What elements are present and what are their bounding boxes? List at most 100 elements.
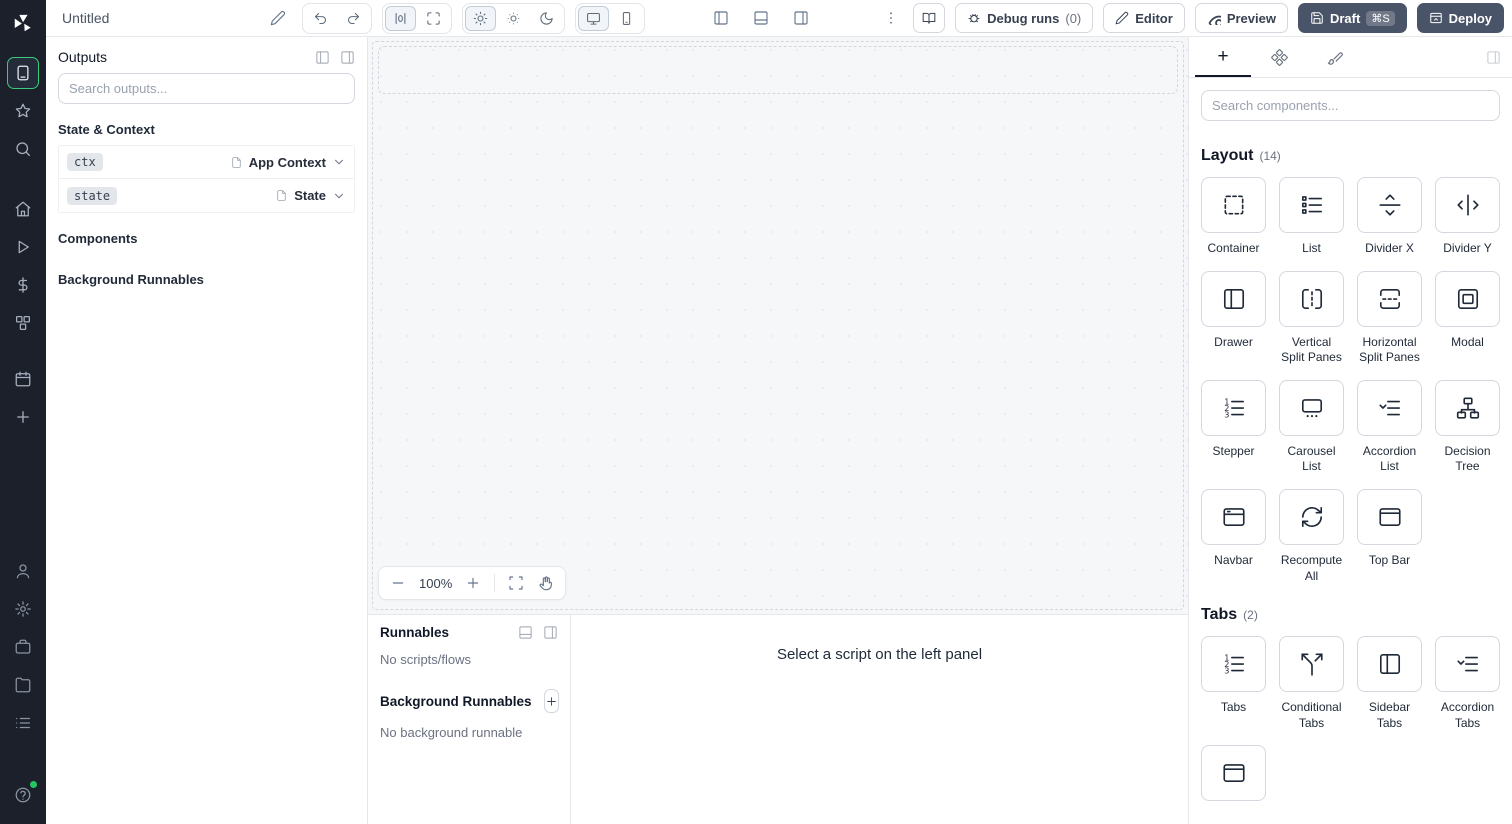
app-canvas[interactable]: 100% (368, 37, 1188, 614)
rail-runs-button[interactable] (7, 231, 39, 263)
rail-home-button[interactable] (7, 193, 39, 225)
component-card-navbar[interactable]: Navbar (1201, 488, 1266, 584)
preview-label: Preview (1226, 10, 1276, 26)
component-card-divider-x[interactable]: Divider X (1357, 177, 1422, 257)
rail-workers-button[interactable] (7, 631, 39, 663)
component-card-accordion-list[interactable]: Accordion List (1357, 379, 1422, 475)
rail-add-button[interactable] (7, 401, 39, 433)
bottom-panel: Runnables No scripts/flows Background Ru… (368, 614, 1188, 824)
search-outputs-input[interactable] (58, 73, 355, 104)
width-constraint-button[interactable] (385, 5, 417, 31)
search-components-input[interactable] (1201, 90, 1500, 121)
dock-panel-left-icon[interactable] (315, 50, 330, 65)
toggle-right-panel-button[interactable] (787, 4, 815, 32)
accordion-list-icon (1377, 395, 1403, 421)
zoom-in-button[interactable] (460, 570, 486, 596)
output-key-badge: ctx (67, 153, 103, 171)
fit-view-button[interactable] (503, 570, 529, 596)
output-row-state[interactable]: state State (59, 179, 354, 212)
theme-dark-button[interactable] (531, 6, 562, 31)
navbar-icon (1221, 504, 1247, 530)
components-panel: + Layout (14) Contai (1188, 37, 1512, 824)
output-row-ctx[interactable]: ctx App Context (59, 146, 354, 179)
plus-icon (465, 575, 481, 591)
component-card-accordion-tabs[interactable]: Accordion Tabs (1435, 636, 1500, 731)
components-header: Components (58, 231, 138, 246)
chevron-down-icon[interactable] (332, 155, 346, 169)
collapse-right-panel-icon[interactable] (1480, 44, 1506, 70)
pan-mode-button[interactable] (533, 570, 559, 596)
theme-dim-button[interactable] (498, 6, 529, 31)
rail-favorites-button[interactable] (7, 95, 39, 127)
toggle-bottom-panel-button[interactable] (747, 4, 775, 32)
toggle-left-panel-button[interactable] (707, 4, 735, 32)
app-title: Untitled (62, 10, 110, 26)
rail-logs-button[interactable] (7, 707, 39, 739)
component-card-decision-tree[interactable]: Decision Tree (1435, 379, 1500, 475)
add-background-runnable-button[interactable] (543, 689, 559, 713)
windmill-logo-icon[interactable] (8, 8, 38, 38)
deploy-button[interactable]: Deploy (1416, 3, 1504, 33)
component-card-vertical-split-panes[interactable]: Vertical Split Panes (1279, 270, 1344, 366)
tab-insert-component[interactable]: + (1195, 37, 1251, 77)
rail-resources-button[interactable] (7, 307, 39, 339)
rail-app-editor-button[interactable] (7, 57, 39, 89)
rail-variables-button[interactable] (7, 269, 39, 301)
component-card-label: Navbar (1214, 552, 1253, 567)
component-card-partial[interactable] (1201, 745, 1266, 809)
rail-help-button[interactable] (7, 779, 39, 811)
component-card-top-bar[interactable]: Top Bar (1357, 488, 1422, 584)
output-key-badge: state (67, 186, 118, 205)
component-card-container[interactable]: Container (1201, 177, 1266, 257)
pencil-icon (270, 10, 286, 26)
more-menu-button[interactable] (879, 4, 903, 32)
component-card-label: Sidebar Tabs (1368, 700, 1411, 730)
component-card-tabs[interactable]: Tabs (1201, 636, 1266, 731)
draft-button[interactable]: Draft ⌘S (1297, 3, 1407, 33)
component-card-horizontal-split-panes[interactable]: Horizontal Split Panes (1357, 270, 1422, 366)
mobile-view-button[interactable] (611, 6, 642, 31)
expand-canvas-button[interactable] (418, 6, 449, 31)
component-card-label: Divider X (1365, 241, 1414, 255)
component-card-label: Drawer (1214, 334, 1253, 349)
calendar-icon (14, 370, 32, 388)
tab-component-settings[interactable] (1251, 37, 1307, 77)
gear-icon (14, 600, 32, 618)
theme-light-button[interactable] (465, 5, 497, 31)
rail-account-button[interactable] (7, 555, 39, 587)
desktop-view-button[interactable] (578, 5, 610, 31)
tab-styling[interactable] (1307, 37, 1363, 77)
debug-runs-button[interactable]: Debug runs (0) (955, 3, 1094, 33)
component-card-carousel-list[interactable]: Carousel List (1279, 379, 1344, 475)
component-card-drawer[interactable]: Drawer (1201, 270, 1266, 366)
component-card-recompute-all[interactable]: Recompute All (1279, 488, 1344, 584)
zoom-out-button[interactable] (385, 570, 411, 596)
component-card-modal[interactable]: Modal (1435, 270, 1500, 366)
top-bar-icon (1377, 504, 1403, 530)
editor-button[interactable]: Editor (1103, 3, 1185, 33)
undo-button[interactable] (305, 6, 336, 31)
dock-panel-bottom-icon[interactable] (518, 625, 533, 640)
docs-button[interactable] (913, 3, 946, 33)
rail-folders-button[interactable] (7, 669, 39, 701)
decision-tree-icon (1455, 395, 1481, 421)
chevron-down-icon[interactable] (332, 189, 346, 203)
container-icon (1221, 192, 1247, 218)
rail-search-button[interactable] (7, 133, 39, 165)
dock-panel-right-icon[interactable] (543, 625, 558, 640)
dock-panel-right-icon[interactable] (340, 50, 355, 65)
rail-settings-button[interactable] (7, 593, 39, 625)
redo-button[interactable] (338, 6, 369, 31)
component-card-divider-y[interactable]: Divider Y (1435, 177, 1500, 257)
component-card-sidebar-tabs[interactable]: Sidebar Tabs (1357, 636, 1422, 731)
preview-button[interactable]: Preview (1194, 3, 1288, 33)
rail-schedules-button[interactable] (7, 363, 39, 395)
canvas-drop-zone[interactable] (378, 46, 1178, 94)
component-card-stepper[interactable]: Stepper (1201, 379, 1266, 475)
canvas-size-group (382, 2, 453, 34)
no-background-runnable-text: No background runnable (380, 725, 523, 740)
component-card-conditional-tabs[interactable]: Conditional Tabs (1279, 636, 1344, 731)
edit-title-button[interactable] (264, 4, 292, 32)
component-card-list[interactable]: List (1279, 177, 1344, 257)
dollar-icon (14, 276, 32, 294)
